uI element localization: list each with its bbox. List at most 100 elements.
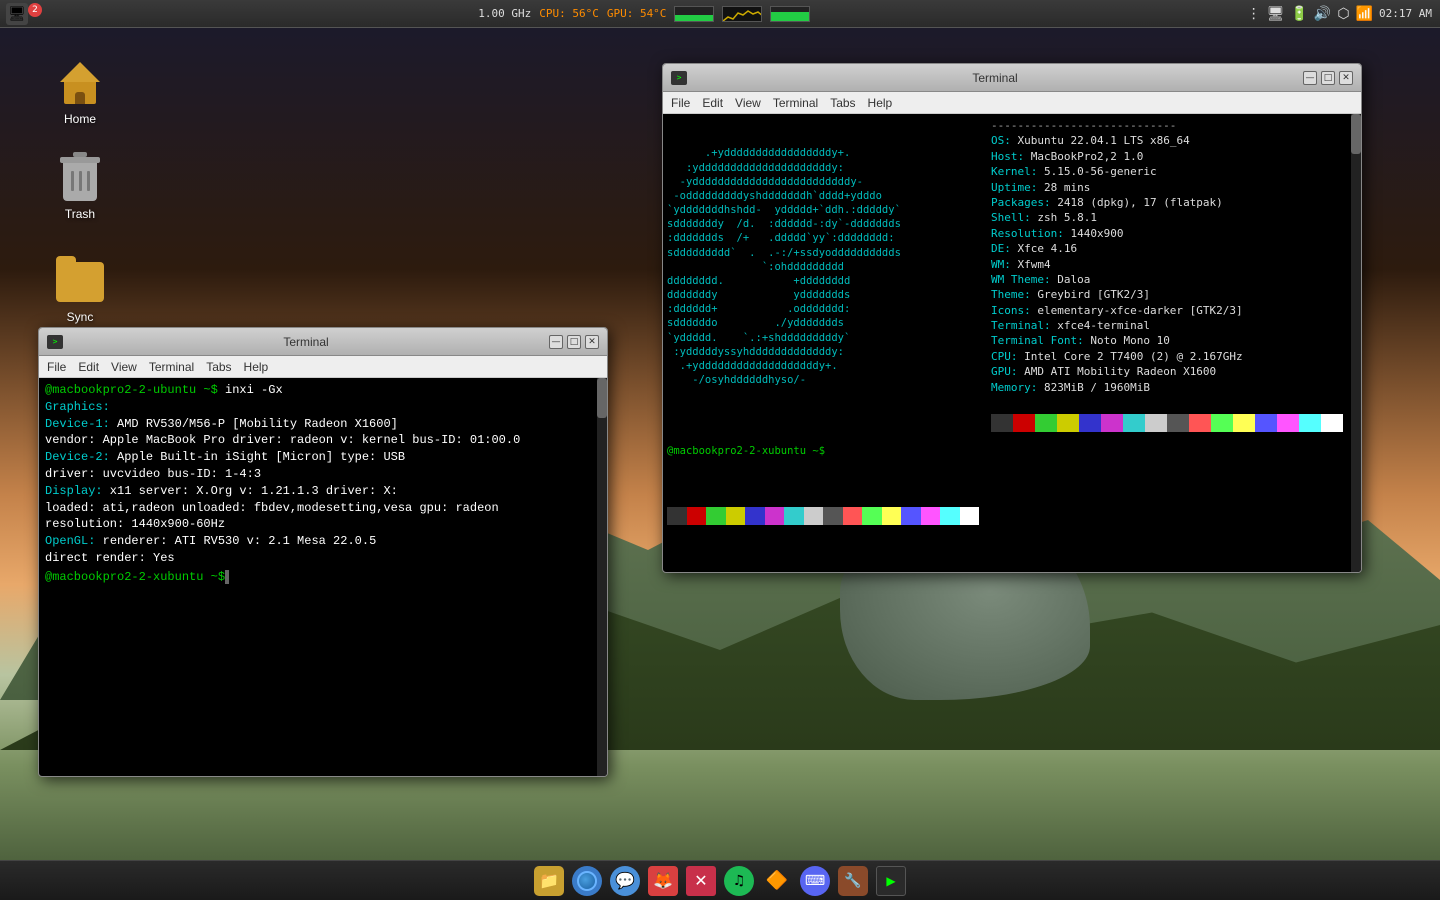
taskbar-other-icon[interactable]: 🔧 bbox=[838, 866, 868, 896]
terminal-menubar-small: File Edit View Terminal Tabs Help bbox=[39, 356, 607, 378]
separator-line: ---------------------------- bbox=[991, 118, 1353, 133]
uptime-line: Uptime: 28 mins bbox=[991, 180, 1353, 195]
minimize-button-small[interactable]: — bbox=[549, 335, 563, 349]
taskbar-browser-icon[interactable] bbox=[572, 866, 602, 896]
terminal-title-text-big: Terminal bbox=[691, 71, 1299, 85]
sync-icon-img bbox=[56, 258, 104, 306]
terminal-prompt-bottom: @macbookpro2-2-xubuntu ~$ bbox=[667, 444, 979, 458]
taskbar-spotify-icon[interactable]: ♫ bbox=[724, 866, 754, 896]
terminal-window-big: Terminal — □ ✕ File Edit View Terminal T… bbox=[662, 63, 1362, 573]
kernel-line: Kernel: 5.15.0-56-generic bbox=[991, 164, 1353, 179]
taskbar-vlc-icon[interactable]: 🔶 bbox=[762, 866, 792, 896]
memory-line: Memory: 823MiB / 1960MiB bbox=[991, 380, 1353, 395]
window-buttons-big: — □ ✕ bbox=[1303, 71, 1353, 85]
menu-view-big[interactable]: View bbox=[735, 96, 761, 110]
top-panel: 🖥 2 1.00 GHz CPU: 56°C GPU: 54°C ⋮ 🖥 🔋 🔊… bbox=[0, 0, 1440, 28]
wm-line: WM: Xfwm4 bbox=[991, 257, 1353, 272]
taskbar-fox-icon[interactable]: 🦊 bbox=[648, 866, 678, 896]
desktop-icon-trash[interactable]: Trash bbox=[40, 155, 120, 221]
minimize-button-big[interactable]: — bbox=[1303, 71, 1317, 85]
de-line: DE: Xfce 4.16 bbox=[991, 241, 1353, 256]
packages-line: Packages: 2418 (dpkg), 17 (flatpak) bbox=[991, 195, 1353, 210]
terminal-titlebar-big: Terminal — □ ✕ bbox=[663, 64, 1361, 92]
cpu-temp-label: CPU: 56°C bbox=[539, 7, 599, 20]
cpu-graph bbox=[722, 6, 762, 22]
panel-right: ⋮ 🖥 🔋 🔊 ⬡ 📶 02:17 AM bbox=[1247, 6, 1440, 22]
panel-separator-icon: ⋮ bbox=[1247, 6, 1261, 22]
terminal-menubar-big: File Edit View Terminal Tabs Help bbox=[663, 92, 1361, 114]
gpu-line: GPU: AMD ATI Mobility Radeon X1600 bbox=[991, 364, 1353, 379]
display-icon[interactable]: 🖥 bbox=[1267, 6, 1285, 22]
terminal-title-icon-small bbox=[47, 335, 63, 349]
close-button-small[interactable]: ✕ bbox=[585, 335, 599, 349]
home-icon-img bbox=[56, 60, 104, 108]
menu-edit-small[interactable]: Edit bbox=[78, 360, 99, 374]
shell-line: Shell: zsh 5.8.1 bbox=[991, 210, 1353, 225]
cpu-freq-label: 1.00 GHz bbox=[478, 7, 531, 20]
menu-file-big[interactable]: File bbox=[671, 96, 690, 110]
terminal-font-line: Terminal Font: Noto Mono 10 bbox=[991, 333, 1353, 348]
menu-help-big[interactable]: Help bbox=[868, 96, 893, 110]
taskbar-terminal-icon[interactable]: ▶ bbox=[876, 866, 906, 896]
terminal-scrollbar-small[interactable] bbox=[597, 378, 607, 776]
cpu-line: CPU: Intel Core 2 T7400 (2) @ 2.167GHz bbox=[991, 349, 1353, 364]
taskbar: 📁 💬 🦊 ✕ ♫ 🔶 ⌨ 🔧 ▶ bbox=[0, 860, 1440, 900]
panel-app-launcher[interactable]: 🖥 bbox=[6, 3, 28, 25]
maximize-button-big[interactable]: □ bbox=[1321, 71, 1335, 85]
resolution-line: Resolution: 1440x900 bbox=[991, 226, 1353, 241]
terminal-scrollbar-thumb-big[interactable] bbox=[1351, 114, 1361, 154]
terminal-right-pane: ---------------------------- OS: Xubuntu… bbox=[983, 114, 1361, 572]
terminal-scrollbar-thumb-small[interactable] bbox=[597, 378, 607, 418]
window-buttons-small: — □ ✕ bbox=[549, 335, 599, 349]
terminal-line: Terminal: xfce4-terminal bbox=[991, 318, 1353, 333]
desktop-icon-home[interactable]: Home bbox=[40, 60, 120, 126]
battery-icon[interactable]: 🔋 bbox=[1290, 6, 1307, 22]
sync-icon-label: Sync bbox=[67, 310, 94, 324]
color-palette-big bbox=[667, 507, 979, 525]
menu-file-small[interactable]: File bbox=[47, 360, 66, 374]
taskbar-files-icon[interactable]: 📁 bbox=[534, 866, 564, 896]
menu-tabs-big[interactable]: Tabs bbox=[830, 96, 855, 110]
menu-terminal-small[interactable]: Terminal bbox=[149, 360, 194, 374]
close-button-big[interactable]: ✕ bbox=[1339, 71, 1353, 85]
taskbar-cross-icon[interactable]: ✕ bbox=[686, 866, 716, 896]
panel-left: 🖥 2 bbox=[0, 3, 42, 25]
menu-edit-big[interactable]: Edit bbox=[702, 96, 723, 110]
home-icon-label: Home bbox=[64, 112, 96, 126]
trash-icon-label: Trash bbox=[65, 207, 95, 221]
terminal-content-small: @macbookpro2-2-ubuntu ~$ inxi -Gx Graphi… bbox=[39, 378, 607, 776]
terminal-window-small: Terminal — □ ✕ File Edit View Terminal T… bbox=[38, 327, 608, 777]
maximize-button-small[interactable]: □ bbox=[567, 335, 581, 349]
terminal-command-line: @macbookpro2-2-ubuntu ~$ inxi -Gx bbox=[45, 382, 601, 399]
menu-help-small[interactable]: Help bbox=[244, 360, 269, 374]
bluetooth-icon[interactable]: ⬡ bbox=[1337, 6, 1349, 22]
theme-line: Theme: Greybird [GTK2/3] bbox=[991, 287, 1353, 302]
terminal-output-small: Graphics: Device-1: AMD RV530/M56-P [Mob… bbox=[45, 399, 601, 586]
terminal-left-pane: .+ydddddddddddddddddy+. :ydddddddddddddd… bbox=[663, 114, 983, 572]
volume-icon[interactable]: 🔊 bbox=[1314, 6, 1331, 22]
wm-theme-line: WM Theme: Daloa bbox=[991, 272, 1353, 287]
terminal-scrollbar-big[interactable] bbox=[1351, 114, 1361, 572]
icons-line: Icons: elementary-xfce-darker [GTK2/3] bbox=[991, 303, 1353, 318]
menu-terminal-big[interactable]: Terminal bbox=[773, 96, 818, 110]
terminal-title-text-small: Terminal bbox=[67, 335, 545, 349]
cpu-bar bbox=[674, 6, 714, 22]
terminal-title-icon-big bbox=[671, 71, 687, 85]
mem-bar bbox=[770, 6, 810, 22]
host-line: Host: MacBookPro2,2 1.0 bbox=[991, 149, 1353, 164]
color-palette-right bbox=[991, 414, 1353, 432]
ascii-art: .+ydddddddddddddddddy+. :ydddddddddddddd… bbox=[667, 146, 979, 387]
menu-view-small[interactable]: View bbox=[111, 360, 137, 374]
desktop-icon-sync[interactable]: Sync bbox=[40, 258, 120, 324]
os-line: OS: Xubuntu 22.04.1 LTS x86_64 bbox=[991, 133, 1353, 148]
menu-tabs-small[interactable]: Tabs bbox=[206, 360, 231, 374]
gpu-temp-label: GPU: 54°C bbox=[607, 7, 667, 20]
panel-badge: 2 bbox=[28, 3, 42, 17]
wifi-icon[interactable]: 📶 bbox=[1356, 6, 1373, 22]
trash-icon-img bbox=[56, 155, 104, 203]
panel-center: 1.00 GHz CPU: 56°C GPU: 54°C bbox=[42, 6, 1247, 22]
taskbar-chat-icon[interactable]: 💬 bbox=[610, 866, 640, 896]
clock: 02:17 AM bbox=[1379, 7, 1432, 20]
terminal-titlebar-small: Terminal — □ ✕ bbox=[39, 328, 607, 356]
taskbar-discord-icon[interactable]: ⌨ bbox=[800, 866, 830, 896]
